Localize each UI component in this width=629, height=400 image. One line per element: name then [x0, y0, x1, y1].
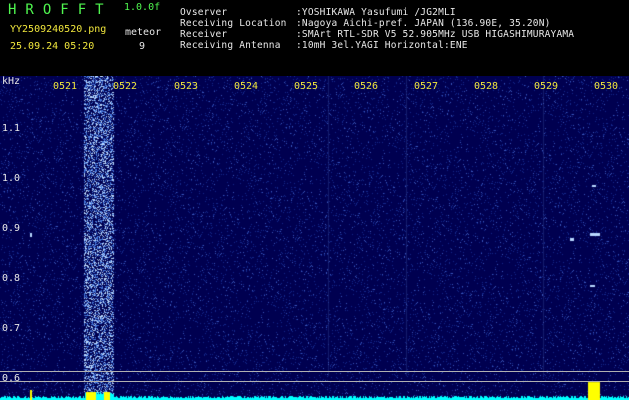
time-tick-0522: 0522 — [113, 81, 138, 92]
info-value-receiver: :SMArt RTL-SDR V5 52.905MHz USB HIGASHIM… — [296, 29, 575, 40]
capture-datetime: 25.09.24 05:20 — [10, 41, 95, 52]
header-panel: HROFFT 1.0.0f YY2509240520.png 25.09.24 … — [0, 0, 629, 76]
time-tick-0523: 0523 — [174, 81, 199, 92]
meteor-label: meteor — [125, 27, 162, 38]
spectrogram-overlay: kHz 0521 0522 0523 0524 0525 0526 0527 0… — [0, 76, 629, 400]
time-tick-0525: 0525 — [294, 81, 319, 92]
time-tick-0530: 0530 — [594, 81, 619, 92]
info-label-antenna: Receiving Antenna — [180, 40, 281, 51]
hrofft-window: HROFFT 1.0.0f YY2509240520.png 25.09.24 … — [0, 0, 629, 400]
freq-tick-0-8: 0.8 — [2, 273, 21, 284]
freq-tick-0-7: 0.7 — [2, 323, 21, 334]
freq-tick-0-9: 0.9 — [2, 223, 21, 234]
time-tick-0521: 0521 — [53, 81, 78, 92]
info-value-antenna: :10mH 3el.YAGI Horizontal:ENE — [296, 40, 468, 51]
time-tick-0528: 0528 — [474, 81, 499, 92]
freq-tick-0-6: 0.6 — [2, 373, 21, 384]
time-tick-0529: 0529 — [534, 81, 559, 92]
time-tick-0527: 0527 — [414, 81, 439, 92]
info-label-location: Receiving Location — [180, 18, 287, 29]
info-label-observer: Ovserver — [180, 7, 228, 18]
info-label-receiver: Receiver — [180, 29, 228, 40]
time-tick-0526: 0526 — [354, 81, 379, 92]
freq-tick-1-1: 1.1 — [2, 123, 21, 134]
file-name: YY2509240520.png — [10, 24, 107, 35]
app-logo: HROFFT — [8, 2, 113, 18]
meteor-count: 9 — [139, 41, 146, 52]
app-version: 1.0.0f — [124, 2, 161, 13]
time-tick-0524: 0524 — [234, 81, 259, 92]
freq-unit-label: kHz — [2, 76, 21, 87]
guide-line-upper — [0, 371, 629, 372]
freq-tick-1-0: 1.0 — [2, 173, 21, 184]
guide-line-lower — [0, 381, 629, 382]
info-value-observer: :YOSHIKAWA Yasufumi /JG2MLI — [296, 7, 456, 18]
info-value-location: :Nagoya Aichi-pref. JAPAN (136.90E, 35.2… — [296, 18, 551, 29]
